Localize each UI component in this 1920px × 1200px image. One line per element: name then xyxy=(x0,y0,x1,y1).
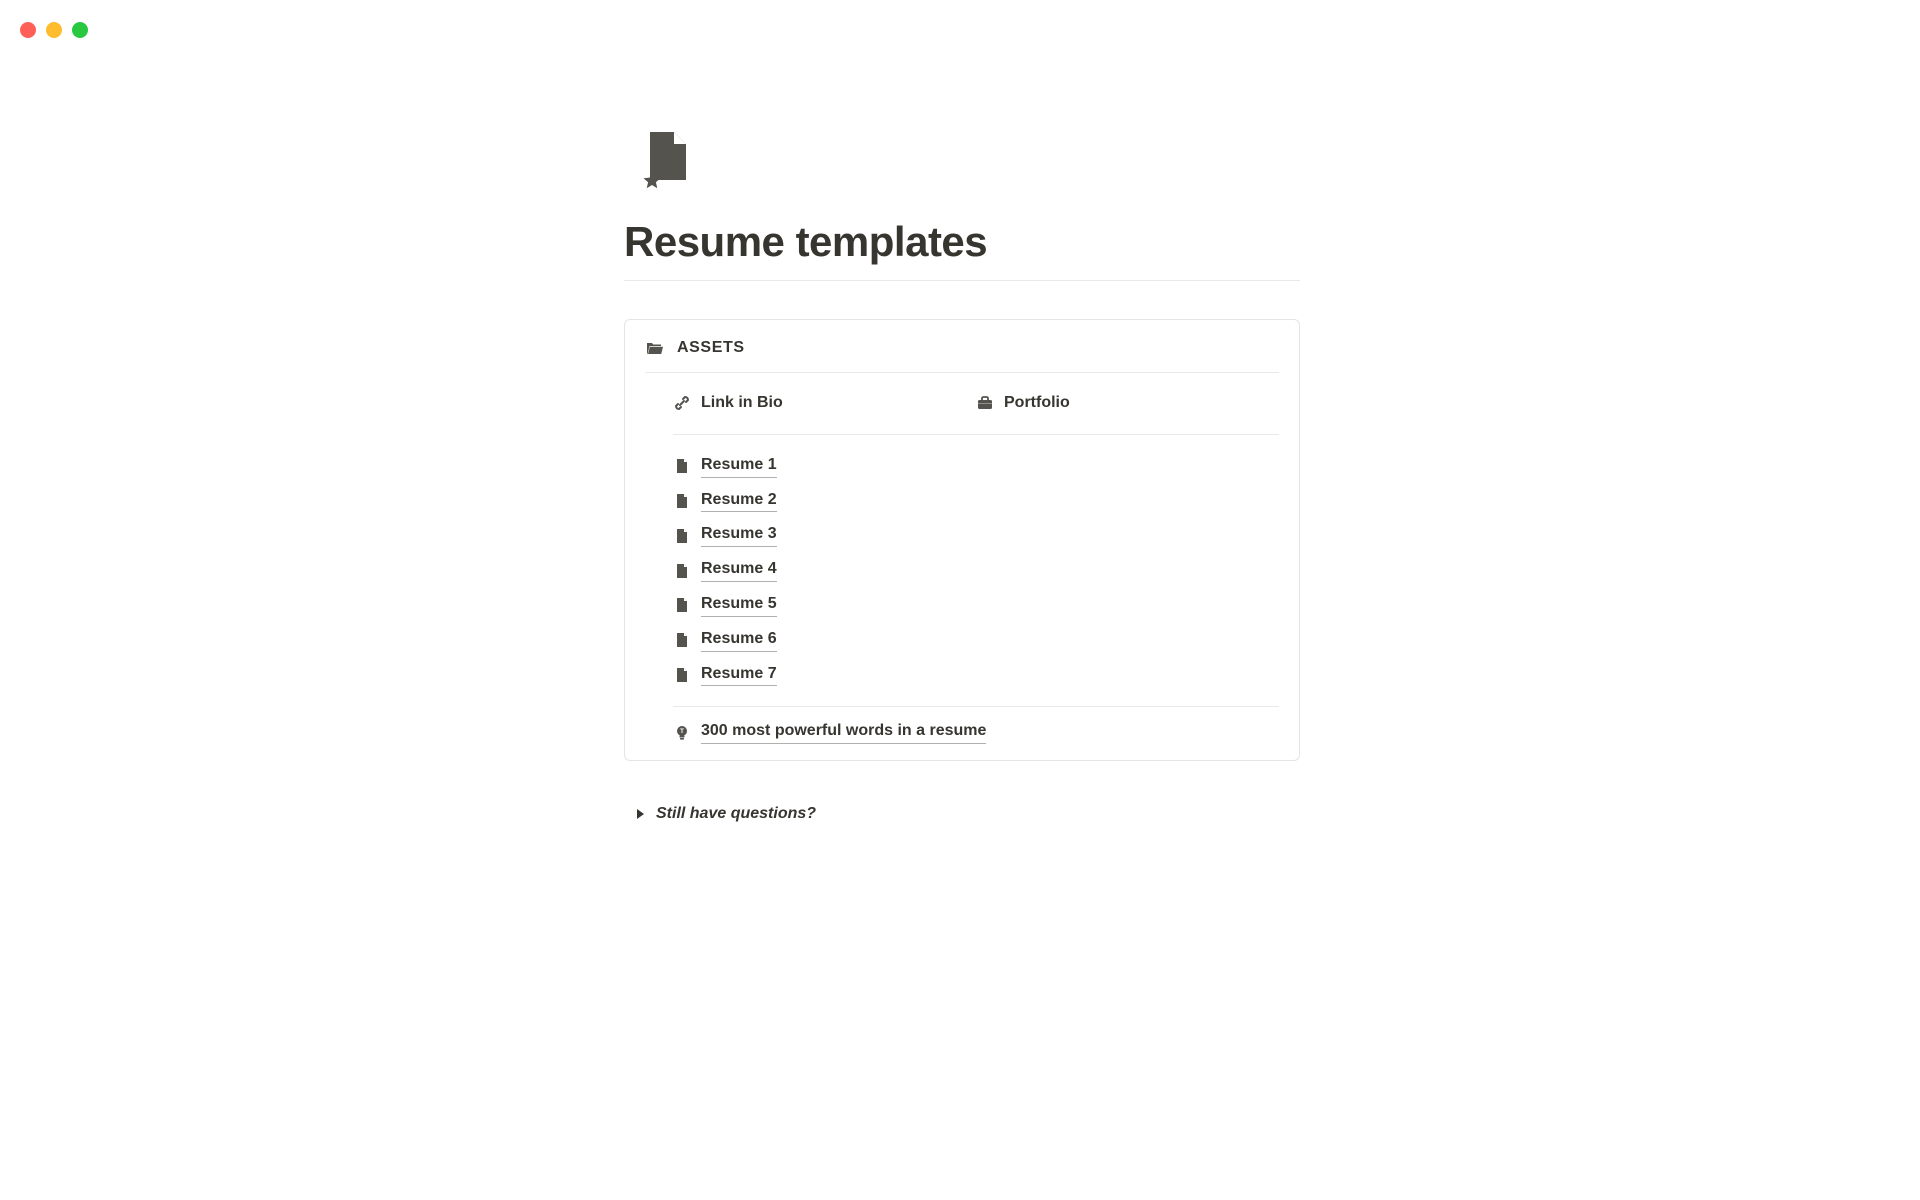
window-traffic-lights xyxy=(20,22,88,38)
list-item[interactable]: Resume 4 xyxy=(673,553,1279,588)
page-icon xyxy=(673,631,691,649)
briefcase-icon xyxy=(976,394,994,412)
lightbulb-icon: T xyxy=(673,724,691,742)
list-item[interactable]: Resume 2 xyxy=(673,484,1279,519)
page-icon[interactable] xyxy=(636,130,1300,190)
link-label: Resume 3 xyxy=(701,524,777,547)
minimize-window-button[interactable] xyxy=(46,22,62,38)
link-icon xyxy=(673,394,691,412)
list-item[interactable]: Resume 3 xyxy=(673,518,1279,553)
link-label: Link in Bio xyxy=(701,393,783,414)
page-icon xyxy=(673,596,691,614)
page-icon xyxy=(673,457,691,475)
list-item[interactable]: Resume 5 xyxy=(673,588,1279,623)
divider xyxy=(624,280,1300,281)
assets-heading: ASSETS xyxy=(677,339,745,357)
link-label: Portfolio xyxy=(1004,393,1070,414)
triangle-right-icon xyxy=(634,808,646,820)
link-label: Resume 5 xyxy=(701,594,777,617)
page-title[interactable]: Resume templates xyxy=(624,218,1300,266)
link-label: Resume 2 xyxy=(701,490,777,513)
page-icon xyxy=(673,492,691,510)
link-label: Resume 7 xyxy=(701,664,777,687)
asset-portfolio[interactable]: Portfolio xyxy=(976,393,1279,414)
page-icon xyxy=(673,562,691,580)
resume-list: Resume 1 Resume 2 Resume 3 Resume 4 xyxy=(673,435,1279,708)
tip-link[interactable]: T 300 most powerful words in a resume xyxy=(673,707,1279,744)
faq-toggle[interactable]: Still have questions? xyxy=(634,805,1300,823)
assets-callout: ASSETS Link in Bio P xyxy=(624,319,1300,761)
folder-open-icon xyxy=(645,338,665,358)
page-icon xyxy=(673,527,691,545)
link-label: Resume 1 xyxy=(701,455,777,478)
list-item[interactable]: Resume 7 xyxy=(673,658,1279,693)
list-item[interactable]: Resume 1 xyxy=(673,449,1279,484)
page-icon xyxy=(673,666,691,684)
page-container: Resume templates ASSETS Link in Bio xyxy=(620,0,1300,823)
close-window-button[interactable] xyxy=(20,22,36,38)
assets-header: ASSETS xyxy=(645,338,1279,373)
svg-text:T: T xyxy=(680,728,684,735)
link-label: Resume 6 xyxy=(701,629,777,652)
maximize-window-button[interactable] xyxy=(72,22,88,38)
assets-top-row: Link in Bio Portfolio xyxy=(673,373,1279,435)
toggle-label: Still have questions? xyxy=(656,805,816,823)
list-item[interactable]: Resume 6 xyxy=(673,623,1279,658)
asset-link-in-bio[interactable]: Link in Bio xyxy=(673,393,976,414)
link-label: 300 most powerful words in a resume xyxy=(701,721,986,744)
link-label: Resume 4 xyxy=(701,559,777,582)
